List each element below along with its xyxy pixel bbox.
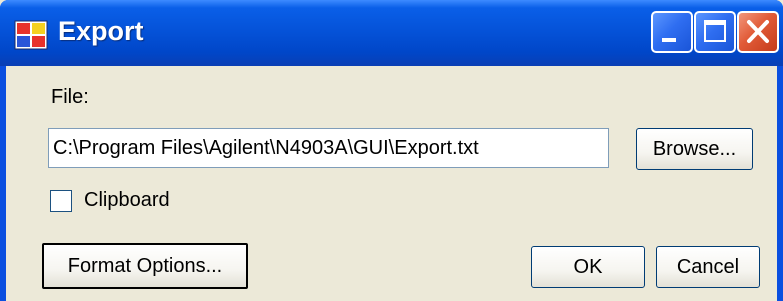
app-icon <box>14 20 48 50</box>
file-path-input[interactable]: C:\Program Files\Agilent\N4903A\GUI\Expo… <box>48 128 609 168</box>
cancel-button[interactable]: Cancel <box>656 246 760 288</box>
file-label: File: <box>51 86 89 108</box>
window-title: Export <box>58 16 144 46</box>
clipboard-label[interactable]: Clipboard <box>84 189 170 212</box>
format-options-button[interactable]: Format Options... <box>42 243 248 289</box>
ok-button[interactable]: OK <box>531 246 645 288</box>
maximize-icon <box>704 20 726 42</box>
export-dialog: Export File: C:\Program Files\Agilent\N4… <box>0 0 783 301</box>
close-button[interactable] <box>737 11 779 53</box>
maximize-button[interactable] <box>694 11 736 53</box>
minimize-button[interactable] <box>651 11 693 53</box>
dialog-body: File: C:\Program Files\Agilent\N4903A\GU… <box>6 66 777 301</box>
clipboard-checkbox[interactable] <box>50 190 72 212</box>
minimize-icon <box>662 38 676 42</box>
browse-button[interactable]: Browse... <box>636 128 753 170</box>
title-bar[interactable]: Export <box>0 0 783 66</box>
close-icon <box>747 20 769 43</box>
